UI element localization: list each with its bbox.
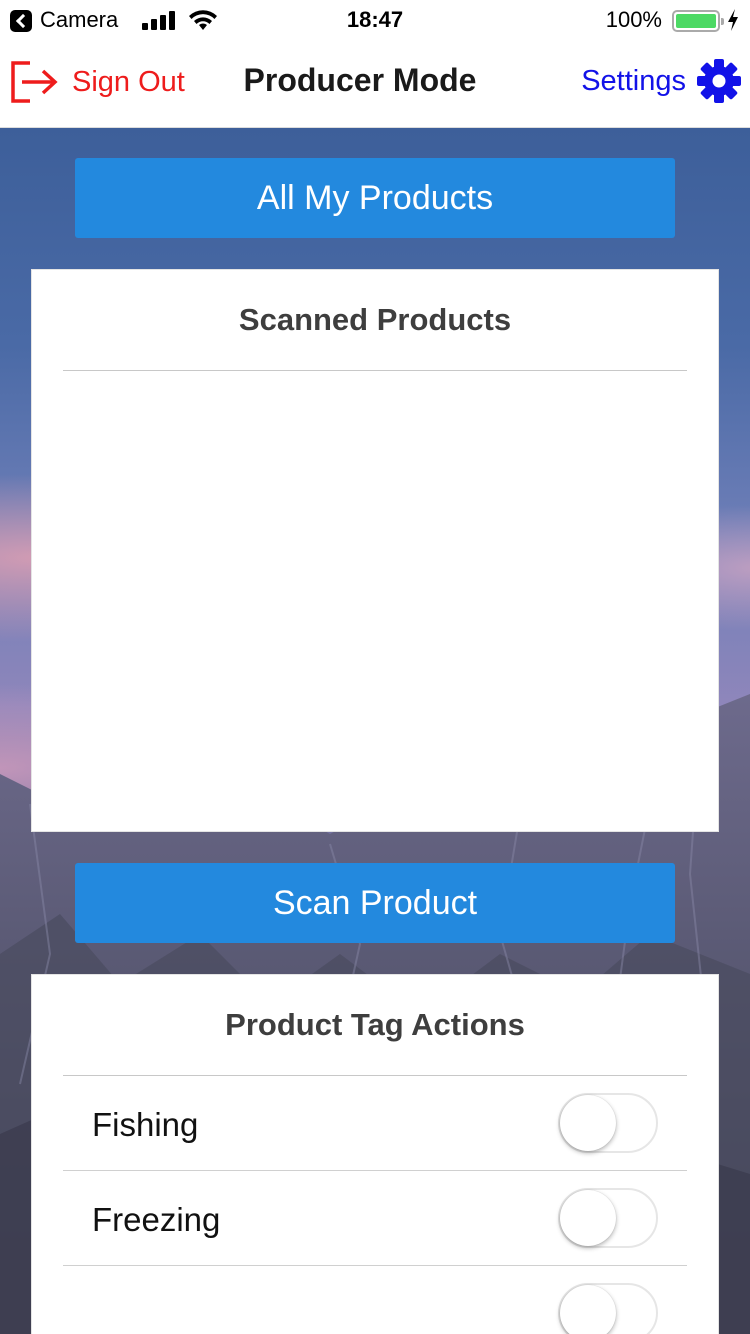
fishing-toggle[interactable] [558,1093,658,1153]
freezing-toggle[interactable] [558,1188,658,1248]
tag-label: Fishing [92,1106,199,1143]
toggle-knob [560,1190,616,1246]
product-tag-actions-title: Product Tag Actions [63,975,687,1076]
scanned-products-list [32,371,718,831]
charging-bolt-icon [728,9,738,31]
battery-percent: 100% [605,7,662,32]
all-my-products-button[interactable]: All My Products [75,158,675,238]
navigation-bar: Sign Out Producer Mode Settings [0,40,750,128]
settings-label: Settings [581,64,686,97]
scanned-products-title: Scanned Products [63,270,687,371]
tag-label: Freezing [92,1201,221,1238]
battery-icon [672,10,724,32]
scanned-products-card: Scanned Products [31,269,719,832]
third-tag-toggle[interactable] [558,1283,658,1334]
toggle-knob [560,1095,616,1151]
tag-row-freezing: Freezing [63,1171,687,1266]
product-tag-actions-card: Product Tag Actions Fishing Freezing [31,974,719,1334]
toggle-knob [560,1285,616,1334]
settings-button[interactable]: Settings [581,56,742,106]
scan-product-button[interactable]: Scan Product [75,863,675,943]
tag-row-partial [63,1266,687,1334]
status-bar: Camera 18:47 100% [0,0,750,40]
tag-row-fishing: Fishing [63,1076,687,1171]
gear-icon [697,59,741,103]
